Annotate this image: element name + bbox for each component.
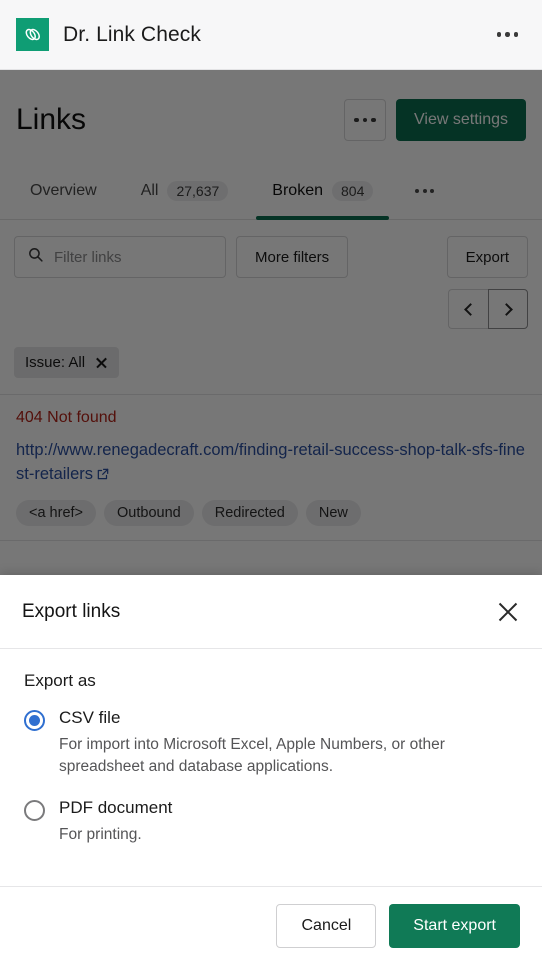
overflow-menu-icon bbox=[505, 32, 510, 37]
chain-link-icon bbox=[22, 24, 43, 45]
search-icon bbox=[27, 246, 44, 268]
app-overflow-menu-button[interactable] bbox=[489, 24, 527, 45]
radio-label: CSV file bbox=[59, 708, 121, 727]
overflow-menu-icon bbox=[415, 188, 420, 193]
tab-all[interactable]: All 27,637 bbox=[119, 162, 251, 220]
radio-description: For import into Microsoft Excel, Apple N… bbox=[59, 735, 445, 776]
tab-label: Overview bbox=[30, 181, 97, 199]
tab-label: All bbox=[140, 181, 159, 199]
tab-overview[interactable]: Overview bbox=[8, 162, 119, 220]
tab-count-badge: 804 bbox=[332, 180, 374, 201]
radio-label: PDF document bbox=[59, 797, 173, 817]
list-item[interactable]: 404 Not found http://www.renegadecraft.c… bbox=[0, 395, 542, 541]
overflow-menu-icon bbox=[422, 188, 427, 193]
tab-broken[interactable]: Broken 804 bbox=[250, 162, 395, 220]
tab-count-badge: 27,637 bbox=[167, 180, 229, 201]
radio-button-pdf[interactable] bbox=[24, 799, 45, 821]
app-root: Dr. Link Check Links View settings Overv… bbox=[0, 0, 542, 964]
toolbar-right-group: Export bbox=[446, 236, 528, 329]
app-title: Dr. Link Check bbox=[63, 22, 201, 46]
close-icon[interactable] bbox=[95, 356, 108, 369]
overflow-menu-icon bbox=[430, 188, 435, 193]
tabs-overflow-button[interactable] bbox=[399, 188, 450, 193]
filter-toolbar: More filters Export bbox=[0, 220, 542, 329]
more-filters-button[interactable]: More filters bbox=[236, 236, 349, 278]
export-links-dialog: Export links Export as CSV file For impo… bbox=[0, 575, 542, 964]
result-url-text: http://www.renegadecraft.com/finding-ret… bbox=[16, 441, 525, 483]
result-tag: New bbox=[305, 499, 361, 526]
page-overflow-menu-button[interactable] bbox=[344, 99, 387, 141]
export-button[interactable]: Export bbox=[446, 236, 528, 278]
overflow-menu-icon bbox=[496, 32, 501, 37]
active-filters: Issue: All bbox=[0, 329, 542, 378]
overflow-menu-icon bbox=[513, 32, 518, 37]
radio-option-csv[interactable]: CSV file For import into Microsoft Excel… bbox=[24, 707, 518, 779]
pagination-previous-button[interactable] bbox=[448, 289, 488, 329]
result-tag: Outbound bbox=[104, 499, 194, 526]
close-icon[interactable] bbox=[496, 600, 520, 624]
view-settings-button[interactable]: View settings bbox=[396, 99, 526, 141]
filter-chip-issue[interactable]: Issue: All bbox=[14, 347, 120, 378]
dialog-body: Export as CSV file For import into Micro… bbox=[0, 649, 542, 886]
tab-label: Broken bbox=[272, 181, 323, 199]
dialog-header: Export links bbox=[0, 575, 542, 649]
dialog-title: Export links bbox=[22, 600, 121, 622]
radio-description: For printing. bbox=[59, 825, 142, 843]
chevron-left-icon bbox=[463, 302, 477, 316]
pagination-next-button[interactable] bbox=[488, 289, 528, 329]
dialog-footer: Cancel Start export bbox=[0, 886, 542, 964]
cancel-button[interactable]: Cancel bbox=[276, 903, 377, 948]
overflow-menu-icon bbox=[362, 117, 368, 123]
search-box[interactable] bbox=[14, 236, 226, 278]
result-tag: <a href> bbox=[16, 499, 97, 526]
app-header: Dr. Link Check bbox=[0, 0, 542, 70]
radio-option-csv-text: CSV file For import into Microsoft Excel… bbox=[59, 707, 518, 779]
overflow-menu-icon bbox=[371, 117, 376, 123]
result-tags: <a href> Outbound Redirected New bbox=[16, 499, 526, 526]
chevron-right-icon bbox=[500, 302, 513, 316]
status-badge: 404 Not found bbox=[16, 409, 117, 426]
export-as-label: Export as bbox=[24, 671, 96, 690]
radio-option-pdf-text: PDF document For printing. bbox=[59, 797, 518, 846]
pagination bbox=[448, 289, 528, 329]
start-export-button[interactable]: Start export bbox=[389, 903, 520, 948]
overflow-menu-icon bbox=[354, 117, 359, 123]
radio-option-pdf[interactable]: PDF document For printing. bbox=[24, 797, 518, 846]
result-tag: Redirected bbox=[201, 499, 298, 526]
page-header: Links View settings bbox=[0, 70, 542, 148]
external-link-icon bbox=[96, 465, 110, 489]
search-input[interactable] bbox=[54, 248, 213, 266]
filter-chip-label: Issue: All bbox=[25, 354, 86, 371]
page-title: Links bbox=[16, 103, 87, 136]
app-logo bbox=[16, 18, 49, 51]
radio-button-csv[interactable] bbox=[24, 710, 45, 731]
tab-bar: Overview All 27,637 Broken 804 bbox=[0, 162, 542, 220]
result-url-link[interactable]: http://www.renegadecraft.com/finding-ret… bbox=[16, 439, 526, 489]
results-list: 404 Not found http://www.renegadecraft.c… bbox=[0, 394, 542, 541]
